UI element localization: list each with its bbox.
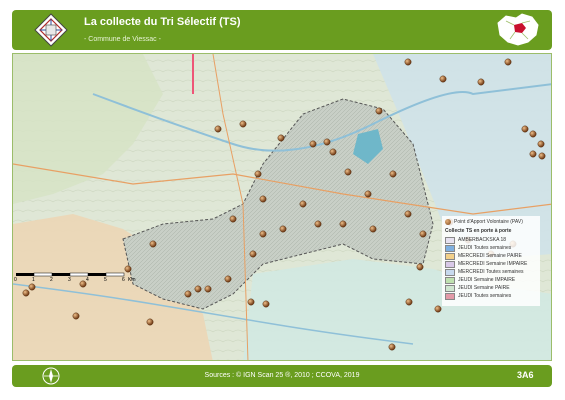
pav-marker[interactable] — [72, 312, 80, 320]
legend-item: JEUDI Toutes semaines — [445, 292, 537, 300]
legend-item-label: JEUDI Semaine PAIRE — [458, 285, 510, 291]
legend-item: JEUDI Semaine IMPAIRE — [445, 276, 537, 284]
community-logo — [34, 13, 68, 47]
scale-tick-label: 0 — [14, 277, 17, 283]
scale-unit-label: Km — [128, 277, 136, 283]
pav-marker[interactable] — [405, 298, 413, 306]
pav-marker[interactable] — [149, 240, 157, 248]
pav-marker[interactable] — [224, 275, 232, 283]
header-bar: La collecte du Tri Sélectif (TS) - Commu… — [12, 10, 552, 50]
legend-item: MERCREDI Semaine IMPAIRE — [445, 260, 537, 268]
legend-swatch — [445, 292, 455, 300]
pav-marker[interactable] — [344, 168, 352, 176]
scale-tick-label: 4 — [86, 277, 89, 283]
pav-marker[interactable] — [262, 300, 270, 308]
legend-item: MERCREDI Toutes semaines — [445, 268, 537, 276]
pav-marker[interactable] — [504, 58, 512, 66]
pav-marker[interactable] — [538, 152, 546, 160]
pav-marker[interactable] — [229, 215, 237, 223]
legend-pav-label: Point d'Apport Volontaire (PAV) — [454, 219, 523, 225]
pav-marker[interactable] — [419, 230, 427, 238]
pav-marker[interactable] — [277, 134, 285, 142]
map-panel[interactable] — [12, 53, 552, 361]
pav-marker[interactable] — [375, 107, 383, 115]
legend-swatch — [445, 276, 455, 284]
legend-item: MERCREDI Semaine PAIRE — [445, 252, 537, 260]
brand-logo: 3A6 — [517, 370, 534, 380]
sources-text: Sources : © IGN Scan 25 ®, 2010 ; CCOVA,… — [204, 372, 360, 379]
scale-tick-label: 2 — [50, 277, 53, 283]
pav-marker[interactable] — [146, 318, 154, 326]
map-subtitle: - Commune de Viessac - — [84, 36, 161, 43]
scale-tick-label: 5 — [104, 277, 107, 283]
pav-marker[interactable] — [279, 225, 287, 233]
scale-tick-label: 6 — [122, 277, 125, 283]
pav-marker[interactable] — [416, 263, 424, 271]
legend-swatch — [445, 260, 455, 268]
legend-swatch — [445, 244, 455, 252]
pav-marker[interactable] — [259, 195, 267, 203]
scale-tick-label: 3 — [68, 277, 71, 283]
pav-marker[interactable] — [477, 78, 485, 86]
pav-marker[interactable] — [434, 305, 442, 313]
pav-marker[interactable] — [364, 190, 372, 198]
pav-marker[interactable] — [529, 130, 537, 138]
pav-symbol-icon — [445, 219, 451, 225]
pav-marker[interactable] — [184, 290, 192, 298]
legend-swatch — [445, 268, 455, 276]
legend-swatch — [445, 236, 455, 244]
pav-marker[interactable] — [309, 140, 317, 148]
pav-marker[interactable] — [529, 150, 537, 158]
pav-marker[interactable] — [254, 170, 262, 178]
pav-marker[interactable] — [388, 343, 396, 351]
pav-marker[interactable] — [239, 120, 247, 128]
pav-marker[interactable] — [537, 140, 545, 148]
legend-item-label: JEUDI Toutes semaines — [458, 245, 512, 251]
map-legend: Point d'Apport Volontaire (PAV) Collecte… — [442, 216, 540, 306]
legend-collect-title: Collecte TS en porte à porte — [445, 228, 512, 234]
pav-marker[interactable] — [299, 200, 307, 208]
pav-marker[interactable] — [249, 250, 257, 258]
footer-bar: Sources : © IGN Scan 25 ®, 2010 ; CCOVA,… — [12, 365, 552, 387]
pav-marker[interactable] — [247, 298, 255, 306]
pav-marker[interactable] — [329, 148, 337, 156]
legend-item-label: JEUDI Toutes semaines — [458, 293, 512, 299]
legend-item-label: MERCREDI Semaine PAIRE — [458, 253, 522, 259]
scale-bar: 0 1 2 3 4 5 6 Km — [14, 271, 146, 285]
pav-marker[interactable] — [214, 125, 222, 133]
pav-marker[interactable] — [22, 289, 30, 297]
legend-item: JEUDI Toutes semaines — [445, 244, 537, 252]
pav-marker[interactable] — [439, 75, 447, 83]
pav-marker[interactable] — [404, 210, 412, 218]
pav-marker[interactable] — [404, 58, 412, 66]
legend-item-label: JEUDI Semaine IMPAIRE — [458, 277, 516, 283]
legend-swatch — [445, 284, 455, 292]
pav-marker[interactable] — [314, 220, 322, 228]
legend-item: JEUDI Semaine PAIRE — [445, 284, 537, 292]
locator-map-icon — [492, 11, 544, 49]
pav-marker[interactable] — [259, 230, 267, 238]
pav-marker[interactable] — [521, 125, 529, 133]
legend-item-label: MERCREDI Toutes semaines — [458, 269, 524, 275]
pav-marker[interactable] — [194, 285, 202, 293]
scale-tick-label: 1 — [32, 277, 35, 283]
legend-swatch — [445, 252, 455, 260]
legend-pav-entry: Point d'Apport Volontaire (PAV) — [445, 219, 537, 225]
pav-marker[interactable] — [339, 220, 347, 228]
pav-marker[interactable] — [369, 225, 377, 233]
map-title: La collecte du Tri Sélectif (TS) — [84, 16, 241, 28]
legend-item: AMBERBACKSKA 18 — [445, 236, 537, 244]
pav-marker[interactable] — [204, 285, 212, 293]
legend-item-label: MERCREDI Semaine IMPAIRE — [458, 261, 528, 267]
pav-marker[interactable] — [389, 170, 397, 178]
legend-item-label: AMBERBACKSKA 18 — [458, 237, 507, 243]
pav-marker[interactable] — [323, 138, 331, 146]
